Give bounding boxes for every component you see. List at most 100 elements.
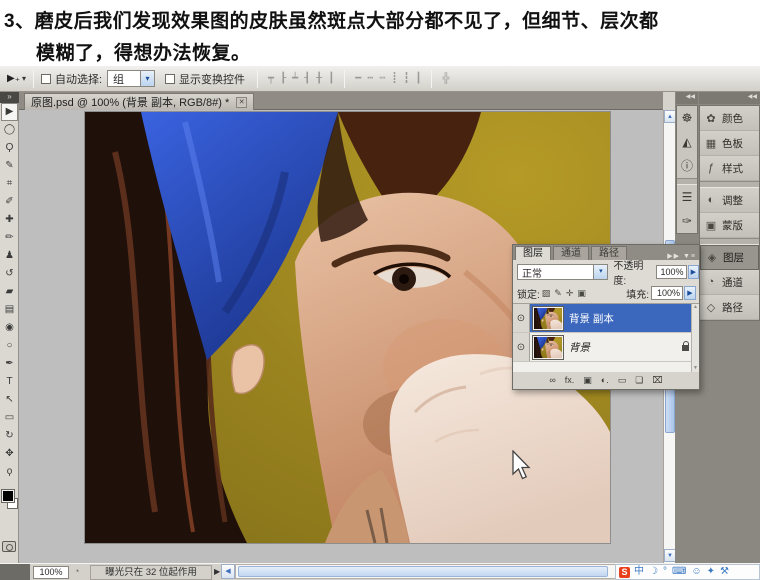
align-layer-icon[interactable]: ┃ xyxy=(328,73,334,84)
panel-menu-icon[interactable]: ▼≡ xyxy=(683,253,696,260)
panel-tab-图层[interactable]: 图层 xyxy=(515,246,551,260)
layer-name[interactable]: 背景 副本 xyxy=(569,311,614,326)
gradient-tool[interactable]: ▤ xyxy=(1,301,18,319)
lasso-tool[interactable]: Ϙ xyxy=(1,139,18,157)
document-tab[interactable]: 原图.psd @ 100% (背景 副本, RGB/8#) * ✕ xyxy=(24,93,255,110)
horizontal-scroll-thumb[interactable] xyxy=(238,566,608,577)
path-selection-tool[interactable]: ↖ xyxy=(1,391,18,409)
blend-mode-dropdown[interactable]: 正常 ▾ xyxy=(517,264,609,280)
rotate-3d-tool[interactable]: ↻ xyxy=(1,427,18,445)
distribute-layer-icon[interactable]: ┋ xyxy=(391,73,397,84)
distribute-layer-icon[interactable]: ┃ xyxy=(415,73,421,84)
hand-tool[interactable]: ✥ xyxy=(1,445,18,463)
new-group-icon[interactable]: ▭ xyxy=(618,373,627,388)
panel-button-paths[interactable]: ◇ 路径 xyxy=(700,295,759,320)
align-layer-icon[interactable]: ┠ xyxy=(280,73,286,84)
ime-keyboard-icon[interactable]: ⌨ xyxy=(672,565,686,579)
status-expand-icon[interactable]: ▶ xyxy=(214,567,220,576)
panel-button-color[interactable]: ✿ 颜色 xyxy=(700,106,759,131)
link-layers-icon[interactable]: ∞ xyxy=(549,373,555,388)
add-layer-mask-icon[interactable]: ▣ xyxy=(583,373,592,388)
distribute-layer-icon[interactable]: ┉ xyxy=(379,73,385,84)
ime-moon-icon[interactable]: ☽ xyxy=(649,565,658,579)
auto-select-dropdown[interactable]: 组 ▾ xyxy=(107,70,156,87)
auto-select-checkbox[interactable] xyxy=(40,73,51,84)
brushes-panel-icon[interactable]: ✑ xyxy=(677,209,697,233)
type-tool[interactable]: T xyxy=(1,373,18,391)
opacity-slider-icon[interactable]: ▶ xyxy=(687,265,699,279)
ime-chinese-mode-icon[interactable]: 中 xyxy=(634,565,644,579)
distribute-layer-icon[interactable]: ┅ xyxy=(367,73,373,84)
panel-button-swatches[interactable]: ▦ 色板 xyxy=(700,131,759,156)
panel-button-channels[interactable]: ◔ 通道 xyxy=(700,270,759,295)
lock-transparent-pixels-icon[interactable]: ▨ xyxy=(542,288,551,299)
align-layer-icon[interactable]: ┷ xyxy=(292,73,298,84)
visibility-toggle-icon[interactable]: ⊙ xyxy=(513,304,530,332)
quick-mask-button[interactable] xyxy=(2,541,16,552)
new-layer-icon[interactable]: ❏ xyxy=(635,373,643,388)
foreground-color-swatch[interactable] xyxy=(1,489,15,503)
show-transform-checkbox[interactable] xyxy=(165,73,176,84)
ime-skin-icon[interactable]: ✦ xyxy=(707,565,715,579)
scroll-left-icon[interactable]: ◀ xyxy=(221,564,235,579)
lock-all-icon[interactable]: ▣ xyxy=(577,288,586,299)
panel-collapse-icon[interactable]: ▶▶ xyxy=(667,253,680,260)
navigator-panel-icon[interactable]: ☸ xyxy=(677,106,697,130)
histogram-panel-icon[interactable]: ◭ xyxy=(677,130,697,154)
blur-tool[interactable]: ◉ xyxy=(1,319,18,337)
history-brush-tool[interactable]: ↺ xyxy=(1,265,18,283)
adjustment-layer-icon[interactable]: ◐. xyxy=(601,373,609,388)
layer-row[interactable]: ⊙ 背景 副本 xyxy=(513,304,699,333)
clone-source-panel-icon[interactable]: ☰ xyxy=(677,185,697,209)
move-tool-preset-icon[interactable]: ▶₊ xyxy=(7,73,20,84)
panel-button-styles[interactable]: ƒ 样式 xyxy=(700,156,759,181)
dodge-tool[interactable]: ○ xyxy=(1,337,18,355)
distribute-layer-icon[interactable]: ┇ xyxy=(403,73,409,84)
close-icon[interactable]: ✕ xyxy=(236,96,248,108)
panel-tab-通道[interactable]: 通道 xyxy=(553,246,589,260)
visibility-toggle-icon[interactable]: ⊙ xyxy=(513,333,530,361)
quick-selection-tool[interactable]: ✎ xyxy=(1,157,18,175)
layer-list-scrollbar[interactable]: ▲ ▼ xyxy=(691,304,699,372)
auto-align-layers-button[interactable]: ╬ xyxy=(442,73,449,84)
fill-field[interactable]: 100% xyxy=(651,286,683,300)
eyedropper-tool[interactable]: ✐ xyxy=(1,193,18,211)
zoom-level-field[interactable]: 100% xyxy=(33,566,69,579)
ime-toolbox-icon[interactable]: ⚒ xyxy=(720,565,729,579)
crop-tool[interactable]: ⌗ xyxy=(1,175,18,193)
ime-person-icon[interactable]: ☺ xyxy=(691,565,701,579)
marquee-tool[interactable]: ◯ xyxy=(1,121,18,139)
lock-image-pixels-icon[interactable]: ✎ xyxy=(554,288,562,299)
layer-row[interactable]: ⊙ 背景 xyxy=(513,333,699,362)
dock-collapse-icon[interactable]: ◀◀ xyxy=(699,92,760,104)
clone-stamp-tool[interactable]: ♟ xyxy=(1,247,18,265)
opacity-field[interactable]: 100% xyxy=(655,265,687,279)
layer-name[interactable]: 背景 xyxy=(569,340,590,355)
align-layer-icon[interactable]: ┯ xyxy=(268,73,274,84)
panel-button-adjustments[interactable]: ◐ 调整 xyxy=(700,188,759,213)
toolbar-collapse-button[interactable]: » xyxy=(0,92,19,103)
panel-button-masks[interactable]: ▣ 蒙版 xyxy=(700,213,759,238)
layer-thumbnail[interactable] xyxy=(532,334,564,360)
tool-preset-chevron-icon[interactable]: ▾ xyxy=(22,74,26,83)
align-layer-icon[interactable]: ┨ xyxy=(304,73,310,84)
scroll-up-icon[interactable]: ▲ xyxy=(693,304,698,310)
pen-tool[interactable]: ✒ xyxy=(1,355,18,373)
zoom-tool[interactable]: ϙ xyxy=(1,463,18,481)
distribute-layer-icon[interactable]: ━ xyxy=(355,73,361,84)
shape-tool[interactable]: ▭ xyxy=(1,409,18,427)
delete-layer-icon[interactable]: ⌧ xyxy=(652,373,662,388)
healing-brush-tool[interactable]: ✚ xyxy=(1,211,18,229)
scroll-down-icon[interactable]: ▼ xyxy=(693,365,698,371)
lock-position-icon[interactable]: ✛ xyxy=(566,288,574,299)
align-layer-icon[interactable]: ╂ xyxy=(316,73,322,84)
fill-slider-icon[interactable]: ▶ xyxy=(684,286,696,300)
info-panel-icon[interactable]: ⓘ xyxy=(677,154,697,178)
sogou-logo-icon[interactable]: S xyxy=(619,566,630,578)
eraser-tool[interactable]: ▰ xyxy=(1,283,18,301)
brush-tool[interactable]: ✏ xyxy=(1,229,18,247)
layer-thumbnail[interactable] xyxy=(532,305,564,331)
panel-button-layers[interactable]: ◈ 图层 xyxy=(700,245,759,270)
dock-collapse-icon[interactable]: ◀◀ xyxy=(676,92,698,104)
ime-punctuation-icon[interactable]: ° xyxy=(663,565,667,579)
